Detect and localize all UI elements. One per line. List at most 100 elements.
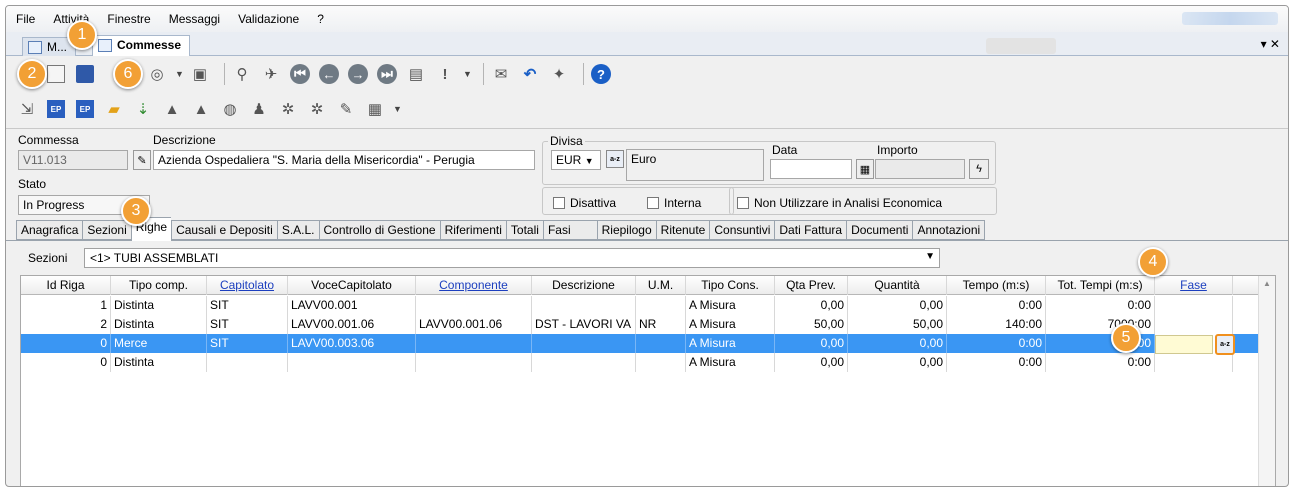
tab-totali[interactable]: Totali <box>505 220 543 240</box>
settings-window-icon[interactable]: ▣ <box>189 63 211 85</box>
column-header[interactable]: Componente <box>416 276 532 295</box>
tab-ritenute[interactable]: Ritenute <box>655 220 710 240</box>
column-header[interactable]: VoceCapitolato <box>288 276 416 295</box>
globe-icon[interactable]: ◎ <box>146 63 168 85</box>
divisa-select[interactable]: EUR ▼ <box>551 150 601 170</box>
descrizione-field[interactable]: Azienda Ospedaliera "S. Maria della Mise… <box>153 150 535 170</box>
cell-descrizione <box>532 296 636 315</box>
column-header[interactable]: Tempo (m:s) <box>947 276 1046 295</box>
folder-open-icon[interactable]: ▰ <box>103 98 125 120</box>
mail-blocked-icon[interactable]: ✉ <box>490 63 512 85</box>
chevron-down-icon[interactable]: ▼ <box>393 104 403 114</box>
calculator-icon[interactable]: ▦ <box>364 98 386 120</box>
gear-info-icon[interactable]: ✲ <box>306 98 328 120</box>
callout-badge: 5 <box>1111 323 1141 353</box>
calendar-icon[interactable]: ▦ <box>856 159 874 179</box>
undo-icon[interactable]: ↶ <box>519 63 541 85</box>
tab-annotazioni[interactable]: Annotazioni <box>912 220 986 240</box>
clipboard-icon[interactable]: ▤ <box>405 63 427 85</box>
table-row-selected[interactable]: 0 Merce SIT LAVV00.003.06 A Misura 0,00 … <box>21 334 1258 353</box>
column-header[interactable]: Tot. Tempi (m:s) <box>1046 276 1155 295</box>
export-icon[interactable]: ⇲ <box>16 98 38 120</box>
lookup-icon[interactable]: a-z <box>606 150 624 168</box>
save-icon[interactable] <box>74 63 96 85</box>
cell-um <box>636 296 686 315</box>
search-icon[interactable]: ⚲ <box>231 63 253 85</box>
cell-voce-capitolato: LAVV00.001 <box>288 296 416 315</box>
tab-anagrafica[interactable]: Anagrafica <box>16 220 83 240</box>
cell-capitolato: SIT <box>207 334 288 353</box>
column-header[interactable]: Fase <box>1155 276 1233 295</box>
column-header[interactable]: Descrizione <box>532 276 636 295</box>
next-record-icon[interactable]: → <box>347 63 369 85</box>
tab-documenti[interactable]: Documenti <box>846 220 913 240</box>
non-utilizzare-checkbox[interactable]: Non Utilizzare in Analisi Economica <box>737 196 942 210</box>
lightning-icon[interactable]: ϟ <box>969 159 989 179</box>
factory-alt-icon[interactable]: ▲ <box>190 98 212 120</box>
cell-id-riga: 0 <box>21 334 111 353</box>
scroll-up-icon[interactable]: ▲ <box>1263 279 1271 288</box>
ep-icon[interactable]: EP <box>45 98 67 120</box>
ep-import-icon[interactable]: EP <box>74 98 96 120</box>
tools-icon[interactable]: ✎ <box>335 98 357 120</box>
sezioni-select[interactable]: <1> TUBI ASSEMBLATI ▼ <box>84 248 940 268</box>
cell-voce-capitolato: LAVV00.003.06 <box>288 334 416 353</box>
cell-componente <box>416 353 532 372</box>
table-row[interactable]: 1 Distinta SIT LAVV00.001 A Misura 0,00 … <box>21 296 1258 315</box>
tab-sezioni[interactable]: Sezioni <box>82 220 131 240</box>
chart-icon[interactable]: ◍ <box>219 98 241 120</box>
cell-voce-capitolato <box>288 353 416 372</box>
column-header[interactable]: Tipo Cons. <box>686 276 775 295</box>
last-record-icon[interactable]: ⏭ <box>376 63 398 85</box>
fase-input[interactable] <box>1155 335 1213 354</box>
tab-riepilogo[interactable]: Riepilogo <box>596 220 656 240</box>
menu-validazione[interactable]: Validazione <box>238 12 299 26</box>
menu-file[interactable]: File <box>16 12 35 26</box>
data-field[interactable] <box>770 159 852 179</box>
menu-finestre[interactable]: Finestre <box>107 12 150 26</box>
cell-um: NR <box>636 315 686 334</box>
column-header[interactable]: Capitolato <box>207 276 288 295</box>
table-row[interactable]: 0 Distinta A Misura 0,00 0,00 0:00 0:00 <box>21 353 1258 372</box>
column-header[interactable]: U.M. <box>636 276 686 295</box>
cell-qta-prev: 50,00 <box>775 315 848 334</box>
fase-lookup-icon[interactable]: a-z <box>1215 334 1235 355</box>
previous-record-icon[interactable]: ← <box>318 63 340 85</box>
gears-icon[interactable]: ✲ <box>277 98 299 120</box>
table-row[interactable]: 2 Distinta SIT LAVV00.001.06 LAVV00.001.… <box>21 315 1258 334</box>
edit-pencil-icon[interactable]: ✎ <box>133 150 151 170</box>
column-header[interactable]: Qta Prev. <box>775 276 848 295</box>
tab-sal[interactable]: S.A.L. <box>276 220 319 240</box>
importo-field[interactable] <box>875 159 965 179</box>
tree-download-icon[interactable]: ⇣ <box>132 98 154 120</box>
disattiva-checkbox[interactable]: Disattiva <box>553 196 616 210</box>
menu-messaggi[interactable]: Messaggi <box>169 12 220 26</box>
gift-icon[interactable]: ✦ <box>548 63 570 85</box>
tab-causali[interactable]: Causali e Depositi <box>171 220 277 240</box>
tab-fasi[interactable]: Fasi <box>542 220 597 240</box>
binoculars-icon[interactable]: ✈ <box>260 63 282 85</box>
tab-dati-fattura[interactable]: Dati Fattura <box>774 220 847 240</box>
column-header[interactable]: Id Riga <box>21 276 111 295</box>
help-icon[interactable]: ? <box>590 63 612 85</box>
cell-descrizione <box>532 353 636 372</box>
menu-help[interactable]: ? <box>317 12 324 26</box>
tab-controllo-gestione[interactable]: Controllo di Gestione <box>318 220 440 240</box>
chevron-down-icon[interactable]: ▼ <box>175 69 185 79</box>
tab-riferimenti[interactable]: Riferimenti <box>439 220 506 240</box>
edit-document-icon[interactable] <box>45 63 67 85</box>
chevron-down-icon[interactable]: ▼ <box>463 69 473 79</box>
vertical-scrollbar[interactable]: ▲ <box>1258 276 1275 486</box>
interna-checkbox[interactable]: Interna <box>647 196 701 210</box>
doc-tab-commesse[interactable]: Commesse <box>92 35 191 56</box>
factory-icon[interactable]: ▲ <box>161 98 183 120</box>
commessa-field[interactable]: V11.013 <box>18 150 128 170</box>
exclamation-icon[interactable]: ! <box>434 63 456 85</box>
column-header[interactable]: Quantità <box>848 276 947 295</box>
tab-consuntivi[interactable]: Consuntivi <box>709 220 775 240</box>
person-icon[interactable]: ♟ <box>248 98 270 120</box>
column-header[interactable]: Tipo comp. <box>111 276 207 295</box>
tab-controls[interactable]: ▾ ✕ <box>1261 37 1280 51</box>
first-record-icon[interactable]: ⏮ <box>289 63 311 85</box>
cell-qta-prev: 0,00 <box>775 334 848 353</box>
